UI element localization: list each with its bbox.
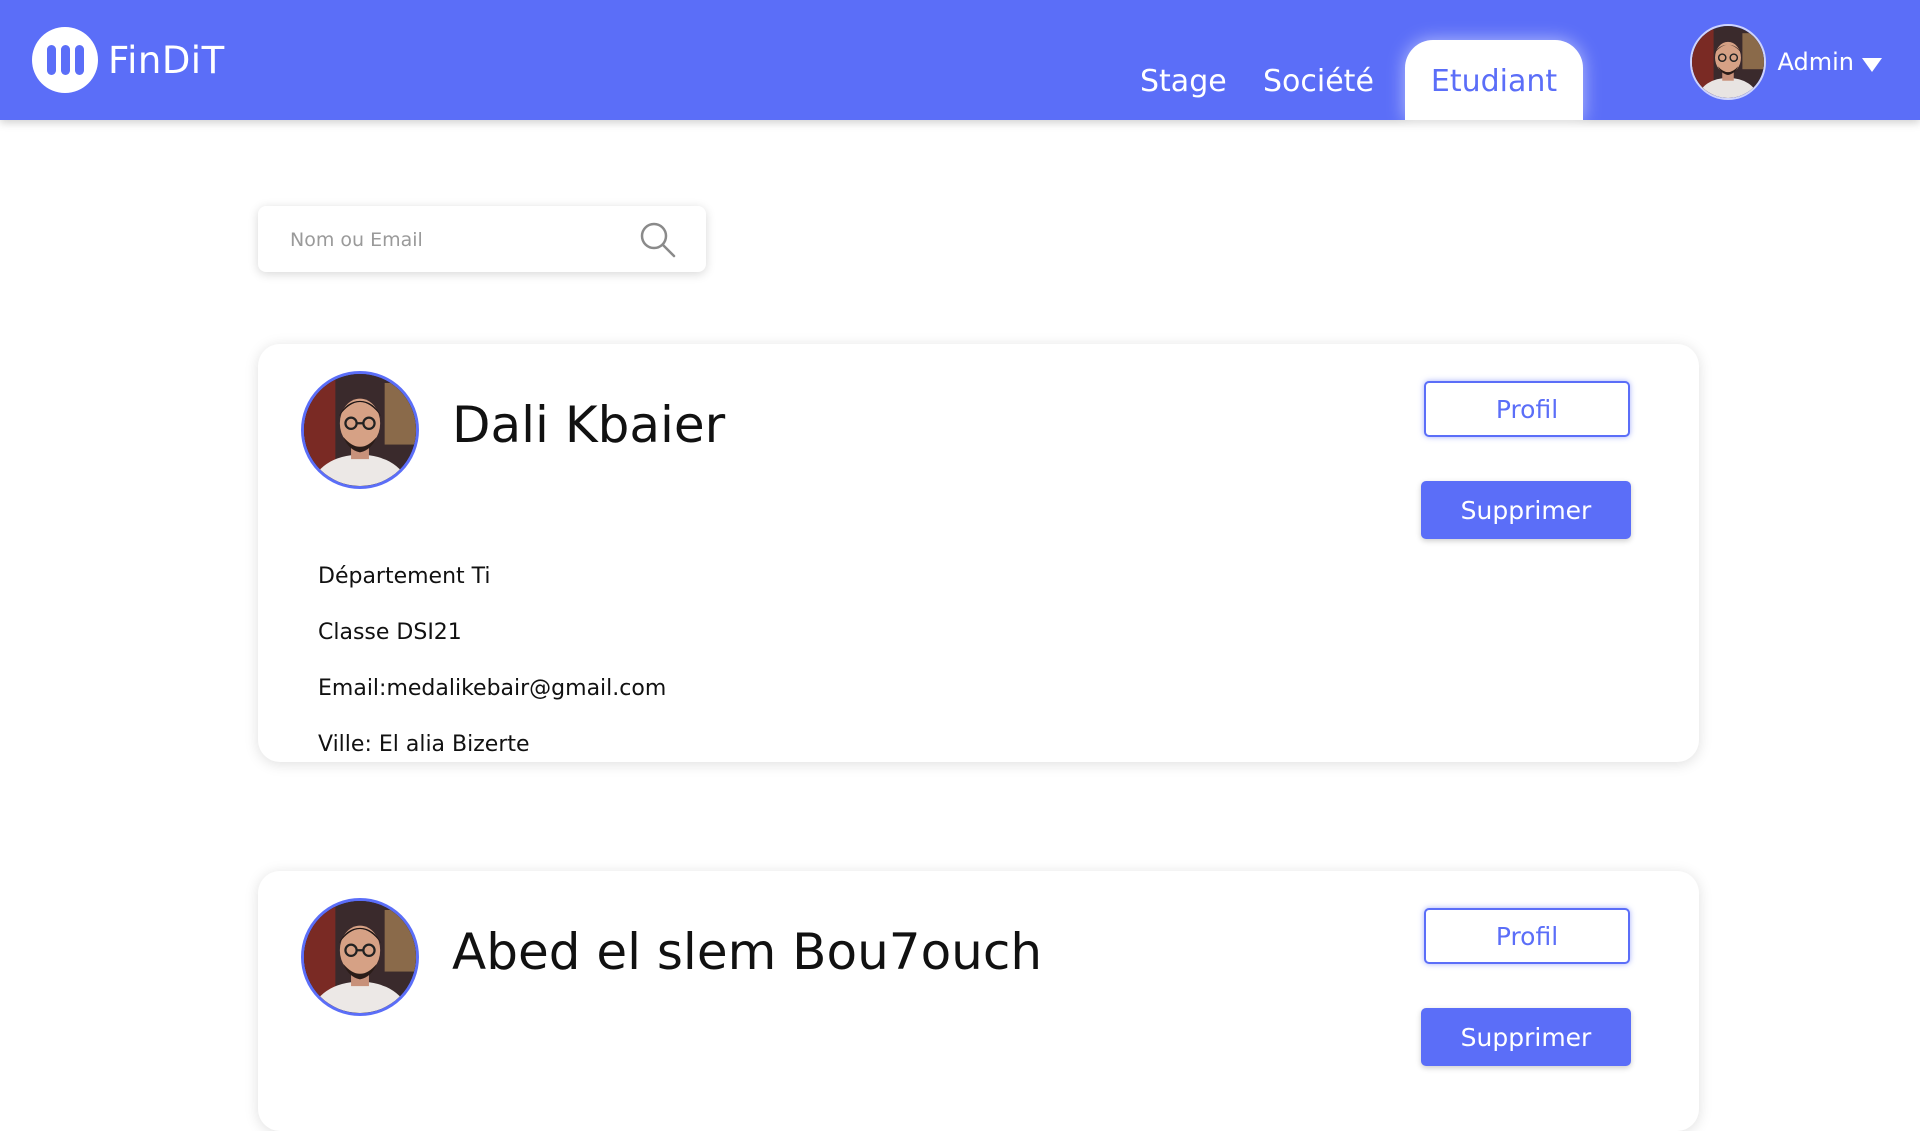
nav-tab-stage[interactable]: Stage <box>1140 40 1227 120</box>
supprimer-button[interactable]: Supprimer <box>1421 1008 1631 1066</box>
chevron-down-icon[interactable] <box>1862 58 1882 72</box>
student-departement: Département Ti <box>318 564 491 589</box>
student-avatar <box>301 371 419 489</box>
avatar-photo-icon <box>304 901 416 1013</box>
search-input[interactable] <box>258 206 652 274</box>
user-menu[interactable]: Admin <box>1689 24 1882 100</box>
student-ville: Ville: El alia Bizerte <box>318 732 530 757</box>
search-box <box>258 206 706 274</box>
student-email: Email:medalikebair@gmail.com <box>318 676 667 701</box>
search-icon[interactable] <box>638 220 678 260</box>
avatar-photo-icon <box>1691 26 1764 98</box>
student-details: Département Ti Classe DSI21 Email:medali… <box>318 549 666 773</box>
app-name: FinDiT <box>108 38 225 82</box>
student-avatar <box>301 898 419 1016</box>
student-name: Abed el slem Bou7ouch <box>452 923 1043 981</box>
student-name: Dali Kbaier <box>452 396 726 454</box>
student-classe: Classe DSI21 <box>318 620 462 645</box>
profil-button[interactable]: Profil <box>1424 908 1630 964</box>
avatar-photo-icon <box>304 374 416 486</box>
user-avatar <box>1689 24 1766 100</box>
app-logo[interactable]: FinDiT <box>32 27 225 93</box>
nav-tab-etudiant[interactable]: Etudiant <box>1405 40 1583 120</box>
profil-button[interactable]: Profil <box>1424 381 1630 437</box>
logo-icon <box>32 27 98 93</box>
user-name: Admin <box>1777 48 1855 76</box>
supprimer-button[interactable]: Supprimer <box>1421 481 1631 539</box>
student-card: Abed el slem Bou7ouch Profil Supprimer <box>258 871 1699 1131</box>
top-navbar: FinDiT Stage Société Etudiant Admin <box>0 0 1920 120</box>
student-card: Dali Kbaier Profil Supprimer Département… <box>258 344 1699 762</box>
nav-tab-societe[interactable]: Société <box>1263 40 1374 120</box>
